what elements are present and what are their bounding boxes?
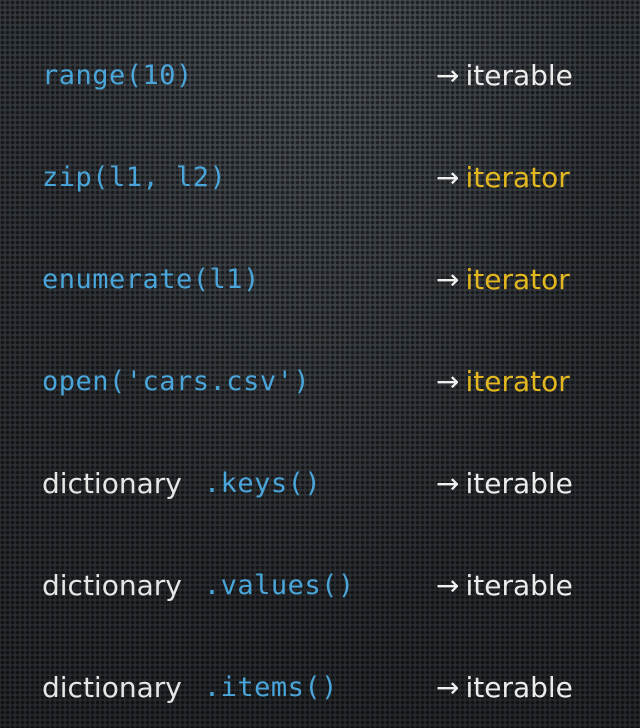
code-expression: enumerate(l1) (42, 263, 260, 295)
arrow-right-icon: → (436, 262, 460, 296)
result-kind: iterable (465, 466, 573, 500)
expression: range(10) (42, 45, 193, 105)
arrow-right-icon: → (436, 568, 460, 602)
row-open: open('cars.csv') → iterator (0, 351, 640, 411)
expression: zip(l1, l2) (42, 147, 226, 207)
result-kind: iterator (465, 364, 570, 398)
arrow-right-icon: → (436, 466, 460, 500)
prefix-text: dictionary (42, 466, 182, 500)
arrow-right-icon: → (436, 364, 460, 398)
result: → iterable (436, 45, 573, 105)
code-expression: range(10) (42, 59, 193, 91)
result: → iterable (436, 555, 573, 615)
prefix-text: dictionary (42, 568, 182, 602)
result: → iterator (436, 249, 570, 309)
row-enumerate: enumerate(l1) → iterator (0, 249, 640, 309)
expression: dictionary .items() (42, 657, 338, 717)
arrow-right-icon: → (436, 58, 460, 92)
result-kind: iterable (465, 58, 573, 92)
expression: dictionary .values() (42, 555, 355, 615)
result-kind: iterator (465, 160, 570, 194)
result-kind: iterable (465, 670, 573, 704)
expression: dictionary .keys() (42, 453, 321, 513)
result-kind: iterable (465, 568, 573, 602)
prefix-text: dictionary (42, 670, 182, 704)
result: → iterator (436, 147, 570, 207)
code-expression: .values() (203, 569, 355, 601)
row-keys: dictionary .keys() → iterable (0, 453, 640, 513)
row-items: dictionary .items() → iterable (0, 657, 640, 717)
code-expression: .keys() (203, 467, 322, 499)
code-expression: open('cars.csv') (42, 365, 311, 397)
arrow-right-icon: → (436, 160, 460, 194)
row-zip: zip(l1, l2) → iterator (0, 147, 640, 207)
row-range: range(10) → iterable (0, 45, 640, 105)
result-kind: iterator (465, 262, 570, 296)
code-expression: zip(l1, l2) (42, 161, 227, 193)
expression: open('cars.csv') (42, 351, 310, 411)
result: → iterator (436, 351, 570, 411)
slide: range(10) → iterable zip(l1, l2) → itera… (0, 0, 640, 728)
expression: enumerate(l1) (42, 249, 260, 309)
result: → iterable (436, 657, 573, 717)
code-expression: .items() (203, 671, 338, 703)
row-values: dictionary .values() → iterable (0, 555, 640, 615)
result: → iterable (436, 453, 573, 513)
arrow-right-icon: → (436, 670, 460, 704)
